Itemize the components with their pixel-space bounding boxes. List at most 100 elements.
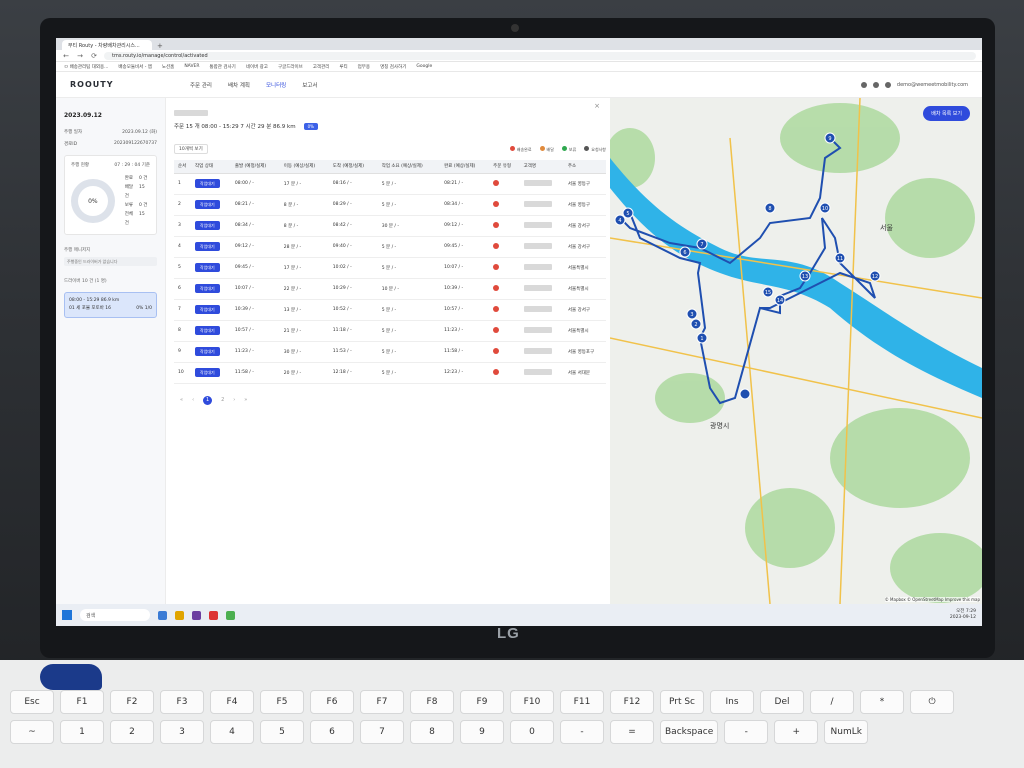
- user-avatar-icon[interactable]: [884, 81, 891, 88]
- table-row[interactable]: 8 작업대기 10:57 / -21 분 / -11:18 / -5 분 / -11…: [174, 320, 606, 342]
- table-row[interactable]: 3 작업대기 08:34 / -8 분 / -08:42 / -30 분 / -09…: [174, 215, 606, 237]
- column-header[interactable]: 완료 (예상/실제): [440, 160, 490, 174]
- bookmark-item[interactable]: 구글드라이브: [278, 64, 303, 70]
- status-button[interactable]: 작업대기: [195, 178, 220, 188]
- cell-status[interactable]: 작업대기: [191, 194, 231, 216]
- route-stop-pin-icon[interactable]: 4: [614, 214, 626, 226]
- route-stop-pin-icon[interactable]: 10: [819, 202, 831, 214]
- route-stop-pin-icon[interactable]: 1: [696, 332, 708, 344]
- page-number[interactable]: 2: [221, 397, 224, 403]
- bookmark-item[interactable]: 배송모듈비서 - 앱: [118, 64, 151, 70]
- nav-item[interactable]: 모니터링: [266, 81, 286, 89]
- manager-field[interactable]: 주행중인 드라이버가 없습니다: [64, 257, 157, 266]
- cell-status[interactable]: 작업대기: [191, 341, 231, 363]
- bookmark-item[interactable]: NAVER: [184, 64, 199, 69]
- page-size-select[interactable]: 10개씩 보기: [174, 144, 208, 154]
- table-row[interactable]: 6 작업대기 10:07 / -22 분 / -10:29 / -10 분 / -1…: [174, 278, 606, 300]
- status-button[interactable]: 작업대기: [195, 241, 220, 251]
- nav-item[interactable]: 주문 관리: [190, 81, 212, 89]
- status-button[interactable]: 작업대기: [195, 283, 220, 293]
- bookmark-item[interactable]: 업무용: [358, 64, 370, 70]
- settings-icon[interactable]: [872, 81, 879, 88]
- close-icon[interactable]: ×: [594, 102, 600, 110]
- explorer-icon[interactable]: [158, 610, 167, 620]
- forward-icon[interactable]: →: [76, 52, 84, 60]
- route-stop-pin-icon[interactable]: 6: [679, 246, 691, 258]
- back-icon[interactable]: ←: [62, 52, 70, 60]
- map-attribution[interactable]: © Mapbox © OpenStreetMap Improve this ma…: [884, 597, 980, 602]
- column-header[interactable]: 순서: [174, 160, 192, 174]
- route-map[interactable]: 9 10 8 5 4 6 7 11 12 13 15 14 3 2 1 서울 광명시 배차 목록 보기 © …: [610, 98, 982, 604]
- chrome-icon[interactable]: [226, 610, 235, 620]
- new-tab-button[interactable]: +: [157, 42, 163, 50]
- table-row[interactable]: 5 작업대기 09:45 / -17 분 / -10:02 / -5 분 / -10…: [174, 257, 606, 279]
- address-bar[interactable]: tms.routy.io/manage/control/activated: [104, 51, 976, 60]
- app-icon[interactable]: [192, 610, 201, 620]
- bookmark-item[interactable]: 네이버 광고: [246, 64, 268, 70]
- cell-status[interactable]: 작업대기: [191, 236, 231, 258]
- column-header[interactable]: 작업 상태: [191, 160, 231, 174]
- pager-next-icon[interactable]: ›: [233, 397, 235, 403]
- map-canvas[interactable]: 9 10 8 54 6 7 11 12 13 15 14 32 1 서울 광명시: [610, 98, 982, 604]
- page-number[interactable]: 1: [203, 395, 213, 405]
- cell-status[interactable]: 작업대기: [191, 173, 231, 195]
- route-stop-pin-icon[interactable]: 7: [696, 238, 708, 250]
- user-email[interactable]: demo@wemeetmobility.com: [897, 82, 968, 88]
- status-button[interactable]: 작업대기: [195, 199, 220, 209]
- bookmark-item[interactable]: 고객관리: [313, 64, 330, 70]
- table-row[interactable]: 7 작업대기 10:39 / -13 분 / -10:52 / -5 분 / -10…: [174, 299, 606, 321]
- column-header[interactable]: 주문 유형: [489, 160, 520, 174]
- route-stop-pin-icon[interactable]: 15: [762, 286, 774, 298]
- nav-item[interactable]: 배차 계획: [228, 81, 250, 89]
- cell-status[interactable]: 작업대기: [191, 320, 231, 342]
- column-header[interactable]: 도착 (예정/실제): [328, 160, 378, 174]
- status-button[interactable]: 작업대기: [195, 346, 220, 356]
- cell-status[interactable]: 작업대기: [191, 257, 231, 279]
- route-stop-pin-icon[interactable]: [739, 388, 751, 400]
- help-icon[interactable]: [860, 81, 867, 88]
- windows-start-icon[interactable]: [62, 610, 72, 620]
- column-header[interactable]: 고객명: [519, 160, 564, 174]
- route-stop-pin-icon[interactable]: 13: [799, 270, 811, 282]
- column-header[interactable]: 출발 (예정/실제): [230, 160, 280, 174]
- status-button[interactable]: 작업대기: [195, 367, 220, 377]
- cell-status[interactable]: 작업대기: [191, 278, 231, 300]
- route-stop-pin-icon[interactable]: 11: [834, 252, 846, 264]
- status-button[interactable]: 작업대기: [195, 325, 220, 335]
- taskbar-search[interactable]: 검색: [80, 609, 150, 621]
- pager-prev-icon[interactable]: ‹: [192, 397, 194, 403]
- dispatch-list-button[interactable]: 배차 목록 보기: [923, 106, 970, 121]
- status-button[interactable]: 작업대기: [195, 304, 220, 314]
- bookmark-item[interactable]: 루티: [339, 64, 347, 70]
- cell-status[interactable]: 작업대기: [191, 299, 231, 321]
- route-stop-pin-icon[interactable]: 8: [764, 202, 776, 214]
- reload-icon[interactable]: ⟳: [90, 52, 98, 60]
- cell-status[interactable]: 작업대기: [191, 215, 231, 237]
- folder-icon[interactable]: [175, 610, 184, 620]
- cell-status[interactable]: 작업대기: [191, 362, 231, 384]
- status-button[interactable]: 작업대기: [195, 262, 220, 272]
- bookmark-item[interactable]: 통합관 검사기: [210, 64, 236, 70]
- route-stop-pin-icon[interactable]: 9: [824, 132, 836, 144]
- route-stop-pin-icon[interactable]: 5: [622, 207, 634, 219]
- taskbar-clock[interactable]: 오전 7:29 2023-09-12: [950, 609, 976, 621]
- table-row[interactable]: 10 작업대기 11:58 / -20 분 / -12:18 / -5 분 / -1…: [174, 362, 606, 384]
- pager-next-icon[interactable]: »: [244, 397, 247, 403]
- route-stop-pin-icon[interactable]: 3: [686, 308, 698, 320]
- bookmark-item[interactable]: 명칭 검사하기: [380, 64, 406, 70]
- brand-logo[interactable]: ROOUTY: [70, 80, 190, 89]
- table-row[interactable]: 1 작업대기 08:00 / -17 분 / -08:16 / -5 분 / -08…: [174, 173, 606, 195]
- table-row[interactable]: 9 작업대기 11:23 / -30 분 / -11:53 / -5 분 / -11…: [174, 341, 606, 363]
- route-stop-pin-icon[interactable]: 12: [869, 270, 881, 282]
- pager-prev-icon[interactable]: «: [180, 397, 183, 403]
- route-stop-pin-icon[interactable]: 2: [690, 318, 702, 330]
- bookmark-item[interactable]: ㅁ 배송관리팀 대외용...: [64, 64, 108, 70]
- column-header[interactable]: 이동 (예상/실제): [279, 160, 329, 174]
- column-header[interactable]: 작업 소요 (예상/실제): [377, 160, 441, 174]
- table-row[interactable]: 2 작업대기 08:21 / -8 분 / -08:29 / -5 분 / -08:…: [174, 194, 606, 216]
- browser-tab[interactable]: 무티 Routy - 차량배차관리시스...: [62, 40, 152, 50]
- app-icon[interactable]: [209, 610, 218, 620]
- nav-item[interactable]: 보고서: [302, 81, 317, 89]
- route-stop-pin-icon[interactable]: 14: [774, 294, 786, 306]
- bookmark-item[interactable]: Google: [416, 64, 432, 69]
